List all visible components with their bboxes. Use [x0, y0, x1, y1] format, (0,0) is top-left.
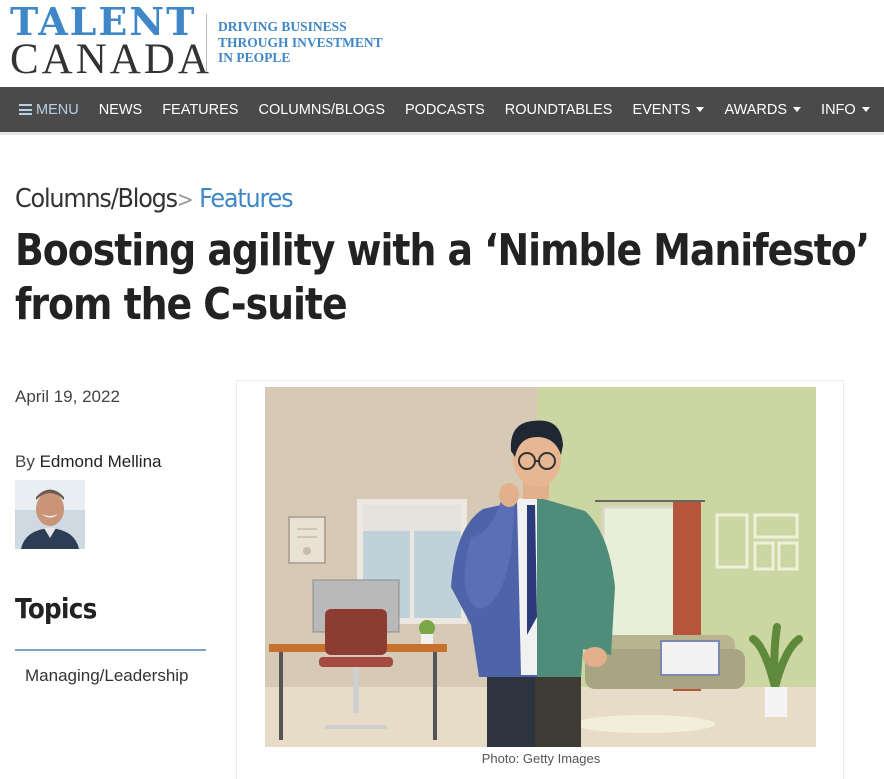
breadcrumb-separator: >: [176, 188, 194, 213]
topics-heading: Topics: [15, 592, 97, 625]
breadcrumb: Columns/Blogs> Features: [15, 184, 294, 214]
nav-item-features[interactable]: FEATURES: [162, 102, 238, 118]
article-title: Boosting agility with a ‘Nimble Manifest…: [15, 225, 870, 330]
featured-illustration: [265, 387, 816, 747]
nav-label: AWARDS: [724, 101, 788, 118]
breadcrumb-parent[interactable]: Columns/Blogs: [15, 184, 178, 214]
featured-image-frame: Photo: Getty Images: [236, 380, 844, 779]
site-header: TALENT CANADA DRIVING BUSINESS THROUGH I…: [0, 0, 884, 87]
nav-label: ROUNDTABLES: [504, 101, 613, 118]
nav-label: EVENTS: [632, 101, 691, 118]
article-date: April 19, 2022: [15, 387, 120, 406]
site-tagline: DRIVING BUSINESS THROUGH INVESTMENT IN P…: [218, 19, 383, 66]
nav-item-events[interactable]: EVENTS: [632, 101, 705, 118]
nav-label: NEWS: [98, 101, 143, 118]
topics-divider: [15, 649, 206, 651]
nav-item-news[interactable]: NEWS: [99, 102, 143, 118]
main-nav: MENU NEWS FEATURES COLUMNS/BLOGS PODCAST…: [0, 87, 884, 132]
tagline-divider: [206, 14, 207, 72]
nav-item-info[interactable]: INFO: [821, 102, 870, 118]
author-name[interactable]: Edmond Mellina: [40, 452, 162, 471]
nav-label: FEATURES: [162, 101, 239, 118]
nav-shadow: [0, 132, 884, 135]
hamburger-icon: [19, 104, 32, 115]
nav-item-awards[interactable]: AWARDS: [724, 101, 802, 118]
nav-item-roundtables[interactable]: ROUNDTABLES: [505, 102, 613, 118]
site-logo[interactable]: TALENT CANADA: [10, 2, 212, 83]
byline: By Edmond Mellina: [15, 452, 161, 472]
nav-label: INFO: [821, 101, 856, 118]
nav-item-podcasts[interactable]: PODCASTS: [405, 102, 485, 118]
nav-label: COLUMNS/BLOGS: [258, 101, 385, 118]
nav-label: PODCASTS: [404, 101, 485, 118]
tagline-line-3: IN PEOPLE: [218, 50, 291, 65]
byline-prefix: By: [15, 452, 35, 471]
author-avatar[interactable]: [15, 480, 85, 549]
image-caption: Photo: Getty Images: [481, 751, 601, 766]
tagline-line-1: DRIVING BUSINESS: [218, 19, 347, 34]
menu-label: MENU: [36, 101, 79, 118]
topic-link[interactable]: Managing/Leadership: [25, 666, 189, 686]
logo-canada-text: CANADA: [10, 36, 212, 83]
menu-button[interactable]: MENU: [19, 102, 79, 118]
caret-down-icon: [696, 107, 705, 112]
caret-down-icon: [793, 107, 802, 112]
breadcrumb-current[interactable]: Features: [199, 184, 293, 214]
nav-item-columns-blogs[interactable]: COLUMNS/BLOGS: [258, 102, 385, 118]
tagline-line-2: THROUGH INVESTMENT: [218, 34, 383, 50]
caret-down-icon: [861, 107, 870, 112]
